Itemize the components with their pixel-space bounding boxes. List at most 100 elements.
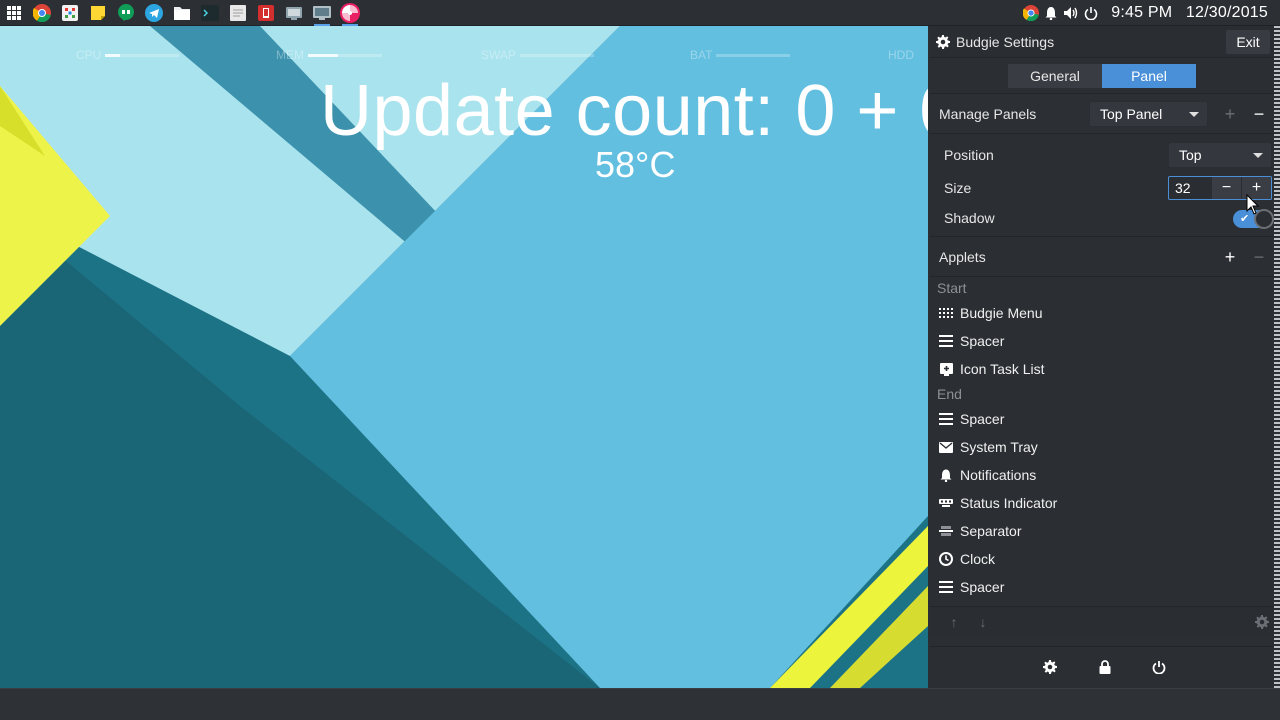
hangouts-icon[interactable] [112, 0, 140, 26]
update-count-text: Update count: 0 + 0 [320, 71, 928, 151]
notes-icon[interactable] [84, 0, 112, 26]
scrollbar[interactable] [1274, 26, 1280, 688]
applet-label: Spacer [960, 579, 1005, 595]
position-select-value: Top [1179, 147, 1202, 163]
mem-meter: MEM [276, 48, 382, 62]
add-applet-button[interactable]: + [1218, 245, 1242, 269]
task-list-icon [939, 362, 953, 376]
app-grid-icon[interactable] [0, 0, 28, 26]
position-select[interactable]: Top [1168, 142, 1272, 168]
cpu-bar-fill [105, 53, 121, 57]
list-item[interactable]: Status Indicator [930, 489, 1274, 517]
separator-icon [939, 524, 953, 538]
pinwheel-app-icon[interactable] [336, 0, 364, 26]
spacer-icon [939, 580, 953, 594]
spacer-icon [939, 412, 953, 426]
list-item[interactable]: System Tray [930, 433, 1274, 461]
temperature-text: 58°C [595, 144, 676, 185]
display-settings-icon[interactable] [308, 0, 336, 26]
swap-bar [519, 53, 594, 57]
session-actions [930, 646, 1274, 688]
tab-panel[interactable]: Panel [1102, 63, 1196, 88]
terminal-icon[interactable] [196, 0, 224, 26]
settings-header: Budgie Settings Exit [930, 26, 1274, 58]
panel-properties: Position Top Size 32 − + Shadow ✔ [930, 134, 1274, 237]
menu-grid-icon [939, 306, 953, 320]
chevron-down-icon [1189, 112, 1199, 117]
applet-label: Separator [960, 523, 1022, 539]
size-value-input[interactable]: 32 [1169, 177, 1211, 199]
cpu-meter: CPU [76, 48, 180, 62]
size-label: Size [944, 180, 972, 196]
tab-general[interactable]: General [1008, 63, 1102, 88]
chrome-tray-icon[interactable] [1021, 0, 1041, 26]
power-icon[interactable] [1149, 657, 1169, 677]
bat-bar [716, 53, 791, 57]
spacer-icon [939, 334, 953, 348]
lock-icon[interactable] [1095, 657, 1115, 677]
list-item[interactable]: Icon Task List [930, 355, 1274, 383]
start-group-title: Start [937, 280, 967, 296]
bottom-panel [0, 688, 1280, 720]
clock-time: 9:45 PM [1111, 4, 1173, 21]
applets-header: Applets + − [930, 237, 1274, 277]
end-group-title: End [937, 386, 962, 402]
mem-bar [308, 53, 382, 57]
applet-label: System Tray [960, 439, 1038, 455]
applet-settings-gear-icon[interactable] [1250, 610, 1274, 634]
cpu-bar [105, 53, 180, 57]
screenshot-icon[interactable] [280, 0, 308, 26]
bell-icon[interactable] [1041, 0, 1061, 26]
panel-clock[interactable]: 9:45 PM 12/30/2015 [1111, 4, 1268, 22]
red-app-icon[interactable] [252, 0, 280, 26]
shadow-row: Shadow ✔ [930, 204, 1274, 232]
applet-label: Spacer [960, 333, 1005, 349]
applet-label: Clock [960, 551, 996, 567]
move-up-arrow-icon[interactable]: ↑ [942, 610, 966, 634]
launcher-bar [0, 0, 364, 26]
text-editor-icon[interactable] [224, 0, 252, 26]
applet-label: Notifications [960, 467, 1037, 483]
panel-select[interactable]: Top Panel [1089, 101, 1208, 127]
list-item[interactable]: Clock [930, 545, 1274, 573]
power-icon[interactable] [1081, 0, 1101, 26]
size-row: Size 32 − + [930, 172, 1274, 204]
hdd-label: HDD [888, 48, 914, 62]
settings-gear-icon[interactable] [1040, 657, 1060, 677]
list-item[interactable]: Notifications [930, 461, 1274, 489]
move-down-arrow-icon[interactable]: ↓ [971, 610, 995, 634]
top-panel: 9:45 PM 12/30/2015 [0, 0, 1280, 26]
size-decrease-button[interactable]: − [1211, 177, 1241, 199]
telegram-icon[interactable] [140, 0, 168, 26]
volume-icon[interactable] [1061, 0, 1081, 26]
remove-applet-button[interactable]: − [1247, 245, 1271, 269]
files-icon[interactable] [168, 0, 196, 26]
panel-select-value: Top Panel [1100, 106, 1163, 122]
swap-label: SWAP [481, 48, 516, 62]
applet-label: Spacer [960, 411, 1005, 427]
software-center-icon[interactable] [56, 0, 84, 26]
list-item[interactable]: Budgie Menu [930, 299, 1274, 327]
list-item[interactable]: Spacer [930, 573, 1274, 601]
gear-icon [936, 34, 950, 49]
hdd-meter: HDD [888, 48, 914, 62]
applet-label: Icon Task List [960, 361, 1045, 377]
manage-panels-row: Manage Panels Top Panel + − [930, 94, 1274, 134]
mouse-cursor-icon [1246, 194, 1260, 215]
bat-label: BAT [690, 48, 713, 62]
exit-button[interactable]: Exit [1226, 30, 1270, 54]
clock-icon [939, 552, 953, 566]
list-item[interactable]: Spacer [930, 327, 1274, 355]
list-item[interactable]: Separator [930, 517, 1274, 545]
mem-label: MEM [276, 48, 304, 62]
system-tray: 9:45 PM 12/30/2015 [1021, 0, 1280, 26]
list-item[interactable]: Spacer [930, 405, 1274, 433]
chevron-down-icon [1253, 153, 1263, 158]
bat-meter: BAT [690, 48, 791, 62]
remove-panel-button[interactable]: − [1247, 102, 1271, 126]
chrome-icon[interactable] [28, 0, 56, 26]
settings-tabs: General Panel [930, 58, 1274, 94]
applet-list-toolbar: ↑ ↓ [930, 606, 1274, 636]
budgie-settings-window: Budgie Settings Exit General Panel Manag… [930, 26, 1280, 688]
add-panel-button[interactable]: + [1218, 102, 1242, 126]
